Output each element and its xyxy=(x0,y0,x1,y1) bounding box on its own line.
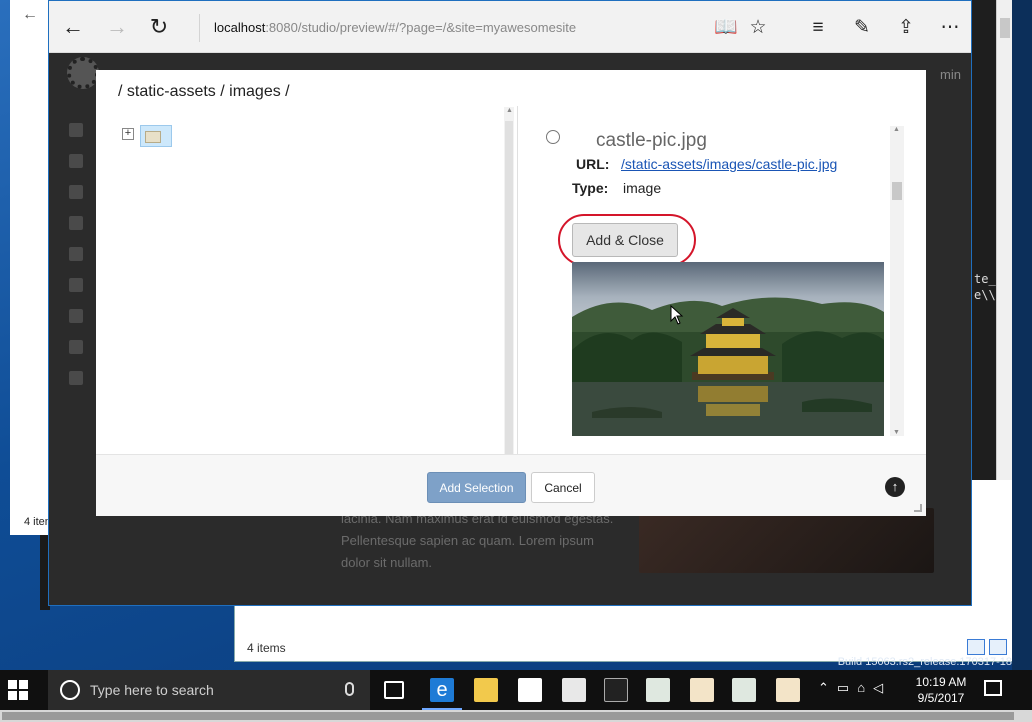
logo-icon xyxy=(67,57,99,89)
dialog-footer: Add Selection Cancel ↑ xyxy=(96,454,926,516)
page-image xyxy=(639,508,934,573)
sidebar-icon[interactable] xyxy=(69,123,83,137)
action-center-icon[interactable] xyxy=(984,680,1002,696)
refresh-icon[interactable]: ↻ xyxy=(145,13,173,41)
back-arrow-icon[interactable]: ← xyxy=(22,6,38,24)
asset-browser-dialog: / static-assets / images / + ▲ castle-pi… xyxy=(96,70,926,516)
cancel-button[interactable]: Cancel xyxy=(531,472,595,503)
chevron-up-icon[interactable]: ⌃ xyxy=(818,680,829,696)
tree-scrollbar[interactable]: ▲ xyxy=(504,107,514,456)
image-preview xyxy=(572,262,884,436)
address-input[interactable]: localhost:8080/studio/preview/#/?page=/&… xyxy=(199,14,699,42)
browser-toolbar: ← → ↻ localhost:8080/studio/preview/#/?p… xyxy=(49,1,971,53)
share-icon[interactable]: ⇪ xyxy=(893,15,919,41)
file-list: castle-pic.jpg URL: /static-assets/image… xyxy=(534,126,906,436)
scroll-down-icon[interactable]: ▼ xyxy=(893,429,900,436)
app-window-icon[interactable] xyxy=(732,678,756,702)
url-path: :8080/studio/preview/#/?page=/&site=myaw… xyxy=(265,20,577,35)
folder-tree: + xyxy=(96,106,516,456)
code-line: te_ xyxy=(974,272,996,286)
highlight-annotation xyxy=(558,214,696,266)
build-watermark: Build 15063.rs2_release.170317-18 xyxy=(837,656,1012,668)
app-window-icon[interactable] xyxy=(646,678,670,702)
favorite-star-icon[interactable]: ☆ xyxy=(745,15,771,41)
system-tray: ⌃ ▭ ⌂ ◁ xyxy=(818,680,883,696)
studio-sidebar xyxy=(69,123,89,402)
item-count: 4 items xyxy=(247,641,286,655)
taskbar: Type here to search e ⌃ ▭ ⌂ ◁ 10:19 AM 9… xyxy=(0,670,1032,710)
file-explorer-icon[interactable] xyxy=(474,678,498,702)
edge-browser-icon[interactable]: e xyxy=(430,678,454,702)
folder-icon[interactable] xyxy=(140,125,172,147)
web-note-icon[interactable]: ✎ xyxy=(849,15,875,41)
store-icon[interactable] xyxy=(518,678,542,702)
file-url-link[interactable]: /static-assets/images/castle-pic.jpg xyxy=(621,156,837,172)
battery-icon[interactable]: ▭ xyxy=(837,680,849,696)
java-icon[interactable] xyxy=(776,678,800,702)
file-scrollbar[interactable]: ▲ ▼ xyxy=(890,126,904,436)
sidebar-icon[interactable] xyxy=(69,278,83,292)
date: 9/5/2017 xyxy=(917,691,965,705)
command-prompt-icon[interactable] xyxy=(604,678,628,702)
expand-icon[interactable]: + xyxy=(122,128,134,140)
hub-icon[interactable]: ≡ xyxy=(805,15,831,41)
cortana-icon xyxy=(60,680,80,700)
pane-divider xyxy=(517,106,518,456)
add-selection-button[interactable]: Add Selection xyxy=(427,472,526,503)
desktop-right-edge xyxy=(1012,0,1032,670)
search-placeholder: Type here to search xyxy=(90,682,214,698)
microphone-icon[interactable] xyxy=(345,682,354,696)
scrollbar-thumb[interactable] xyxy=(2,712,1014,720)
sidebar-icon[interactable] xyxy=(69,247,83,261)
sidebar-icon[interactable] xyxy=(69,185,83,199)
reading-view-icon[interactable]: 📖 xyxy=(713,15,739,41)
breadcrumb: / static-assets / images / xyxy=(118,83,290,100)
tiles-view-icon[interactable] xyxy=(989,639,1007,655)
file-name: castle-pic.jpg xyxy=(596,130,707,151)
page-body-text: lacinia. Nam maximus erat id euismod ege… xyxy=(341,511,614,570)
type-value: image xyxy=(623,180,662,196)
sidebar-icon[interactable] xyxy=(69,154,83,168)
url-host: localhost xyxy=(214,20,266,35)
volume-icon[interactable]: ◁ xyxy=(873,680,883,696)
network-icon[interactable]: ⌂ xyxy=(857,680,865,696)
sidebar-icon[interactable] xyxy=(69,340,83,354)
scroll-up-icon[interactable]: ▲ xyxy=(893,126,900,133)
code-line: e\\ xyxy=(974,288,996,302)
more-menu-icon[interactable]: ⋯ xyxy=(937,15,963,41)
forward-icon[interactable]: → xyxy=(103,13,131,41)
sidebar-icon[interactable] xyxy=(69,216,83,230)
resize-grip-icon[interactable] xyxy=(914,504,922,512)
java-icon[interactable] xyxy=(690,678,714,702)
scrollbar-thumb[interactable] xyxy=(505,121,513,456)
temple-photo xyxy=(572,262,884,436)
file-select-radio[interactable] xyxy=(546,130,560,144)
scroll-up-icon[interactable]: ▲ xyxy=(506,107,513,114)
sidebar-icon[interactable] xyxy=(69,309,83,323)
horizontal-scrollbar[interactable] xyxy=(0,710,1032,722)
clock[interactable]: 10:19 AM 9/5/2017 xyxy=(912,674,970,706)
sidebar-icon[interactable] xyxy=(69,371,83,385)
windows-start-icon[interactable] xyxy=(8,680,28,700)
code-scrollbar[interactable] xyxy=(996,0,1012,480)
folder-glyph xyxy=(145,131,161,143)
time: 10:19 AM xyxy=(915,675,967,689)
upload-icon[interactable]: ↑ xyxy=(885,477,905,497)
mouse-cursor-icon xyxy=(670,305,684,325)
view-switcher[interactable] xyxy=(967,639,1007,655)
details-view-icon[interactable] xyxy=(967,639,985,655)
scrollbar-thumb[interactable] xyxy=(892,182,902,200)
left-explorer-window: ← 4 item xyxy=(10,0,54,535)
type-label: Type: xyxy=(572,180,609,196)
url-label: URL: xyxy=(576,156,610,172)
back-icon[interactable]: ← xyxy=(59,13,87,41)
mail-icon[interactable] xyxy=(562,678,586,702)
task-view-icon[interactable] xyxy=(384,681,404,699)
taskbar-search[interactable]: Type here to search xyxy=(48,670,370,710)
scrollbar-thumb[interactable] xyxy=(1000,18,1010,38)
admin-menu[interactable]: min xyxy=(940,67,961,82)
